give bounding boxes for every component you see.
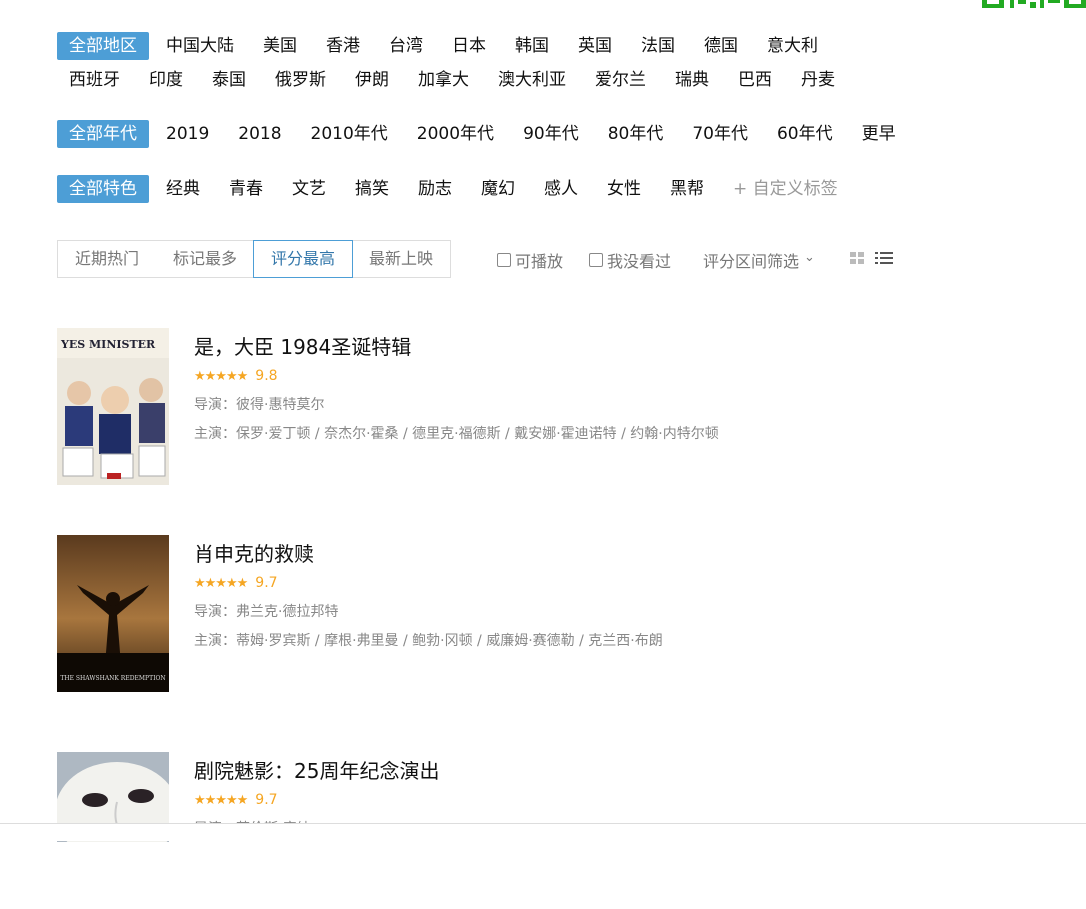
feature-option-4[interactable]: 搞笑 [343,175,401,203]
year-option-5[interactable]: 90年代 [511,120,591,148]
movie-poster[interactable]: YES MINISTER [57,328,169,485]
bottom-bar [0,823,1086,841]
movie-title[interactable]: 肖申克的救赎 [194,539,663,569]
rating: ★★★★★ 9.7 [194,573,663,593]
region-option-10[interactable]: 意大利 [755,32,830,60]
region-option-5[interactable]: 日本 [440,32,498,60]
region-option-18[interactable]: 爱尔兰 [583,66,658,94]
region-option-17[interactable]: 澳大利亚 [486,66,578,94]
feature-option-8[interactable]: 女性 [595,175,653,203]
score-range-filter[interactable]: 评分区间筛选 ⌄ [703,248,815,272]
qr-code-icon[interactable] [982,0,1086,8]
region-filter: 全部地区 中国大陆 美国 香港 台湾 日本 韩国 英国 法国 德国 意大利西班牙 印度 泰国 俄罗斯 伊朗加… [57,32,897,100]
poster-title-text: THE SHAWSHANK REDEMPTION [60,675,165,682]
add-custom-tag-button[interactable]: + 自定义标签 [721,175,850,203]
feature-option-9[interactable]: 黑帮 [658,175,716,203]
year-option-4[interactable]: 2000年代 [405,120,506,148]
region-option-7[interactable]: 英国 [566,32,624,60]
cast: 主演：蒂姆·罗宾斯 / 摩根·弗里曼 / 鲍勃·冈顿 / 威廉姆·赛德勒 / 克… [194,633,663,649]
region-option-6[interactable]: 韩国 [503,32,561,60]
tab-newest[interactable]: 最新上映 [352,241,450,277]
region-option-21[interactable]: 丹麦 [789,66,847,94]
feature-filter: 全部特色 经典 青春 文艺 搞笑 励志 魔幻 感人 女性 黑帮 + 自定义标签 [57,175,937,209]
region-option-11[interactable]: 西班牙 [57,66,132,94]
feature-option-1[interactable]: 经典 [154,175,212,203]
region-option-20[interactable]: 巴西 [726,66,784,94]
region-option-2[interactable]: 美国 [251,32,309,60]
movie-info: 肖申克的救赎 ★★★★★ 9.7 导演：弗兰克·德拉邦特 主演：蒂姆·罗宾斯 /… [194,535,663,650]
feature-option-5[interactable]: 励志 [406,175,464,203]
region-option-9[interactable]: 德国 [692,32,750,60]
feature-option-2[interactable]: 青春 [217,175,275,203]
movie-title[interactable]: 是，大臣 1984圣诞特辑 [194,332,719,362]
checkbox-icon[interactable] [497,253,511,267]
star-rating-icon: ★★★★★ [194,368,248,384]
year-option-7[interactable]: 70年代 [680,120,760,148]
director: 导演：彼得·惠特莫尔 [194,397,325,413]
sort-tabs: 近期热门 标记最多 评分最高 最新上映 [57,240,452,278]
year-option-2[interactable]: 2018 [226,120,293,148]
feature-option-6[interactable]: 魔幻 [469,175,527,203]
cast: 主演：保罗·爱丁顿 / 奈杰尔·霍桑 / 德里克·福德斯 / 戴安娜·霍迪诺特 … [194,426,719,442]
feature-option-0[interactable]: 全部特色 [57,175,149,203]
playable-checkbox[interactable]: 可播放 [497,248,563,272]
score-range-label: 评分区间筛选 [703,252,800,271]
year-option-0[interactable]: 全部年代 [57,120,149,148]
tab-most-marked[interactable]: 标记最多 [156,241,254,277]
chevron-down-icon: ⌄ [804,249,815,265]
region-option-15[interactable]: 伊朗 [343,66,401,94]
region-option-8[interactable]: 法国 [629,32,687,60]
region-option-14[interactable]: 俄罗斯 [263,66,338,94]
view-toggle [848,250,896,266]
director: 导演：弗兰克·德拉邦特 [194,604,339,620]
region-option-4[interactable]: 台湾 [377,32,435,60]
tab-top-rated[interactable]: 评分最高 [253,240,354,278]
region-option-19[interactable]: 瑞典 [663,66,721,94]
region-option-0[interactable]: 全部地区 [57,32,149,60]
grid-view-icon[interactable] [848,250,866,266]
movie-info: 是，大臣 1984圣诞特辑 ★★★★★ 9.8 导演：彼得·惠特莫尔 主演：保罗… [194,328,719,443]
star-rating-icon: ★★★★★ [194,575,248,591]
region-option-16[interactable]: 加拿大 [406,66,481,94]
region-option-1[interactable]: 中国大陆 [154,32,246,60]
rating: ★★★★★ 9.7 [194,790,439,810]
region-option-12[interactable]: 印度 [137,66,195,94]
year-option-9[interactable]: 更早 [850,120,908,148]
year-option-6[interactable]: 80年代 [596,120,676,148]
year-option-8[interactable]: 60年代 [765,120,845,148]
year-filter: 全部年代 2019 2018 2010年代 2000年代 90年代 80年代 70年代 60年代… [57,120,937,154]
region-option-3[interactable]: 香港 [314,32,372,60]
not-seen-label: 我没看过 [607,252,672,271]
rating-score: 9.7 [255,792,278,808]
feature-option-7[interactable]: 感人 [532,175,590,203]
poster-title-text: YES MINISTER [60,338,156,351]
playable-label: 可播放 [515,252,564,271]
region-option-13[interactable]: 泰国 [200,66,258,94]
rating-score: 9.7 [255,575,278,591]
list-view-icon[interactable] [872,250,896,266]
movie-title[interactable]: 剧院魅影：25周年纪念演出 [194,756,439,786]
year-option-1[interactable]: 2019 [154,120,221,148]
movie-poster[interactable]: THE SHAWSHANK REDEMPTION [57,535,169,692]
rating: ★★★★★ 9.8 [194,366,719,386]
rating-score: 9.8 [255,368,278,384]
year-option-3[interactable]: 2010年代 [299,120,400,148]
tab-recent-hot[interactable]: 近期热门 [58,241,156,277]
star-rating-icon: ★★★★★ [194,792,248,808]
feature-option-3[interactable]: 文艺 [280,175,338,203]
checkbox-icon[interactable] [589,253,603,267]
not-seen-checkbox[interactable]: 我没看过 [589,248,671,272]
